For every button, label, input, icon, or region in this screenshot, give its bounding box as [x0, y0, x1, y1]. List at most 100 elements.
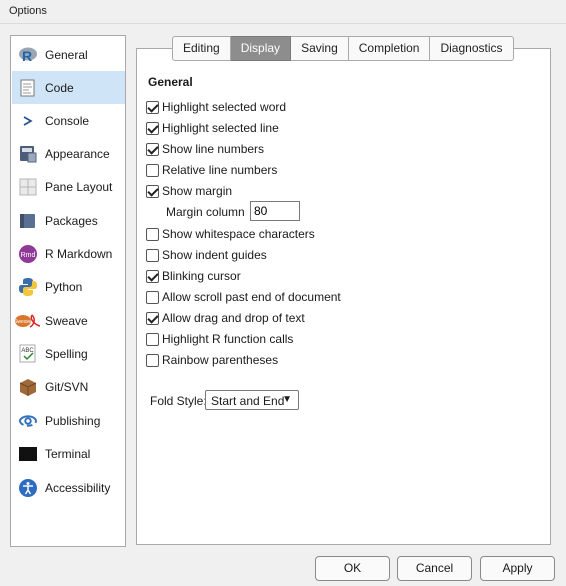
option-label: Blinking cursor — [162, 269, 241, 283]
checkbox[interactable] — [146, 227, 159, 241]
sidebar-item-terminal[interactable]: Terminal — [12, 437, 125, 470]
sidebar-item-label: Git/SVN — [45, 380, 89, 394]
sidebar-item-publishing[interactable]: Publishing — [12, 404, 125, 437]
option-allow-drag-and-drop[interactable]: Allow drag and drop of text — [146, 310, 305, 326]
code-document-icon — [18, 78, 38, 98]
option-highlight-selected-line[interactable]: Highlight selected line — [146, 120, 279, 136]
r-logo-icon: R — [18, 45, 38, 65]
option-label: Relative line numbers — [162, 163, 278, 177]
sweave-icon-text: Sweave — [14, 319, 32, 325]
margin-column-input[interactable] — [250, 201, 300, 221]
sidebar-item-python[interactable]: Python — [12, 270, 125, 303]
option-rainbow-parentheses[interactable]: Rainbow parentheses — [146, 352, 278, 368]
option-label: Highlight selected line — [162, 121, 279, 135]
svg-text:R: R — [22, 48, 32, 64]
sidebar-item-pane-layout[interactable]: Pane Layout — [12, 170, 125, 203]
chevron-down-icon: ▼ — [282, 394, 292, 405]
sidebar-item-packages[interactable]: Packages — [12, 204, 125, 237]
rmarkdown-icon: Rmd — [18, 244, 38, 264]
sidebar-item-spelling[interactable]: ABC Spelling — [12, 337, 125, 370]
cancel-button[interactable]: Cancel — [397, 556, 472, 581]
option-highlight-selected-word[interactable]: Highlight selected word — [146, 99, 286, 115]
publishing-icon — [18, 411, 38, 431]
terminal-icon — [18, 444, 38, 464]
git-svn-box-icon — [18, 377, 38, 397]
margin-column-label: Margin column — [166, 205, 245, 219]
option-label: Highlight R function calls — [162, 332, 294, 346]
sidebar-item-label: Accessibility — [45, 481, 111, 495]
tab-bar: Editing Display Saving Completion Diagno… — [172, 36, 514, 61]
option-label: Show indent guides — [162, 248, 267, 262]
sidebar-item-label: Spelling — [45, 347, 88, 361]
tab-saving[interactable]: Saving — [291, 36, 349, 61]
option-relative-line-numbers[interactable]: Relative line numbers — [146, 162, 277, 178]
ok-button[interactable]: OK — [315, 556, 390, 581]
packages-icon — [18, 211, 38, 231]
checkbox[interactable] — [146, 332, 159, 346]
sidebar-item-appearance[interactable]: Appearance — [12, 137, 125, 170]
sidebar-item-label: Terminal — [45, 447, 91, 461]
console-prompt-icon — [18, 111, 38, 131]
option-label: Allow scroll past end of document — [162, 290, 341, 304]
checkbox[interactable] — [146, 142, 159, 156]
checkbox[interactable] — [146, 290, 159, 304]
option-label: Highlight selected word — [162, 100, 287, 114]
checkbox[interactable] — [146, 184, 159, 198]
option-show-margin[interactable]: Show margin — [146, 183, 232, 199]
option-label: Show whitespace characters — [162, 227, 315, 241]
fold-style-value: Start and End — [211, 394, 285, 408]
title-bar: Options — [0, 0, 566, 24]
sidebar-item-label: Sweave — [45, 314, 88, 328]
options-sidebar: R General Code Console Appearance Pane L… — [10, 35, 126, 547]
sidebar-item-label: Code — [45, 81, 74, 95]
fold-style-select[interactable]: Start and End ▼ — [205, 390, 299, 410]
tab-diagnostics[interactable]: Diagnostics — [430, 36, 514, 61]
option-label: Show margin — [162, 184, 233, 198]
appearance-icon — [18, 144, 38, 164]
option-highlight-r-function-calls[interactable]: Highlight R function calls — [146, 331, 293, 347]
option-label: Rainbow parentheses — [162, 353, 279, 367]
checkbox[interactable] — [146, 269, 159, 283]
section-title: General — [148, 75, 193, 89]
option-label: Allow drag and drop of text — [162, 311, 305, 325]
tab-display[interactable]: Display — [230, 36, 292, 61]
checkbox[interactable] — [146, 100, 159, 114]
sidebar-item-label: R Markdown — [45, 247, 113, 261]
sidebar-item-label: Console — [45, 114, 90, 128]
sidebar-item-sweave[interactable]: Sweave Sweave — [12, 304, 125, 337]
sidebar-item-accessibility[interactable]: Accessibility — [12, 471, 125, 504]
sidebar-item-label: Appearance — [45, 147, 110, 161]
python-icon — [18, 277, 38, 297]
checkbox[interactable] — [146, 353, 159, 367]
sidebar-item-code[interactable]: Code — [12, 71, 125, 104]
sidebar-item-console[interactable]: Console — [12, 104, 125, 137]
spelling-icon: ABC — [18, 344, 38, 364]
option-blinking-cursor[interactable]: Blinking cursor — [146, 268, 241, 284]
pane-layout-icon — [18, 177, 38, 197]
apply-button[interactable]: Apply — [480, 556, 555, 581]
sidebar-item-label: Packages — [45, 214, 98, 228]
sidebar-item-general[interactable]: R General — [12, 38, 125, 71]
sidebar-item-label: Python — [45, 280, 83, 294]
sweave-pdf-icon: Sweave — [14, 311, 42, 331]
tab-editing[interactable]: Editing — [172, 36, 231, 61]
window-title: Options — [9, 5, 47, 17]
option-label: Show line numbers — [162, 142, 265, 156]
sidebar-item-label: Pane Layout — [45, 180, 113, 194]
tab-completion[interactable]: Completion — [348, 36, 431, 61]
checkbox[interactable] — [146, 121, 159, 135]
fold-style-label: Fold Style: — [150, 394, 207, 408]
accessibility-icon — [18, 478, 38, 498]
sidebar-item-label: General — [45, 48, 88, 62]
option-show-whitespace-characters[interactable]: Show whitespace characters — [146, 226, 315, 242]
option-show-indent-guides[interactable]: Show indent guides — [146, 247, 267, 263]
checkbox[interactable] — [146, 248, 159, 262]
sidebar-item-label: Publishing — [45, 414, 101, 428]
checkbox[interactable] — [146, 311, 159, 325]
option-show-line-numbers[interactable]: Show line numbers — [146, 141, 264, 157]
sidebar-item-git-svn[interactable]: Git/SVN — [12, 370, 125, 403]
sidebar-item-r-markdown[interactable]: Rmd R Markdown — [12, 237, 125, 270]
rmarkdown-icon-text: Rmd — [21, 252, 36, 259]
option-allow-scroll-past-end[interactable]: Allow scroll past end of document — [146, 289, 341, 305]
checkbox[interactable] — [146, 163, 159, 177]
